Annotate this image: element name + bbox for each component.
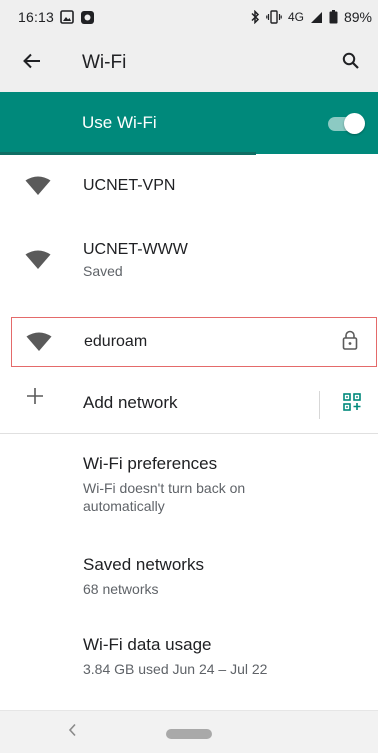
battery-icon bbox=[329, 10, 338, 24]
network-item-ucnet-www[interactable]: UCNET-WWW Saved bbox=[0, 217, 378, 303]
vertical-divider bbox=[319, 391, 320, 419]
app-notification-icon bbox=[80, 10, 95, 25]
page-title: Wi-Fi bbox=[82, 52, 127, 73]
bluetooth-icon bbox=[250, 10, 260, 24]
use-wifi-label: Use Wi-Fi bbox=[82, 113, 157, 132]
add-network-label: Add network bbox=[83, 393, 178, 412]
chevron-left-icon[interactable] bbox=[68, 723, 78, 742]
back-button[interactable] bbox=[0, 34, 64, 92]
network-name: eduroam bbox=[84, 333, 148, 350]
signal-icon bbox=[310, 11, 323, 24]
network-list: UCNET-VPN UCNET-WWW Saved eduroam Add ne… bbox=[0, 155, 378, 709]
pref-title: Wi-Fi preferences bbox=[83, 454, 218, 473]
network-type-label: 4G bbox=[287, 10, 304, 24]
wifi-icon bbox=[25, 247, 51, 273]
network-name: UCNET-VPN bbox=[83, 177, 176, 194]
wifi-icon bbox=[26, 329, 52, 355]
network-status: Saved bbox=[83, 263, 123, 279]
wifi-preferences-item[interactable]: Wi-Fi preferences Wi-Fi doesn't turn bac… bbox=[0, 434, 378, 549]
toggle-thumb bbox=[344, 113, 365, 134]
image-notification-icon bbox=[60, 10, 74, 24]
qr-code-icon[interactable] bbox=[343, 393, 361, 416]
home-pill-icon[interactable] bbox=[166, 729, 212, 739]
wifi-data-usage-item[interactable]: Wi-Fi data usage 3.84 GB used Jun 24 – J… bbox=[0, 629, 378, 709]
pref-subtitle: Wi-Fi doesn't turn back on automatically bbox=[83, 480, 246, 514]
vibrate-icon bbox=[266, 10, 282, 24]
search-button[interactable] bbox=[322, 34, 378, 92]
saved-networks-item[interactable]: Saved networks 68 networks bbox=[0, 549, 378, 629]
pref-title: Wi-Fi data usage bbox=[83, 635, 212, 654]
lock-icon bbox=[342, 330, 358, 355]
use-wifi-row[interactable]: Use Wi-Fi bbox=[0, 92, 378, 154]
network-item-ucnet-vpn[interactable]: UCNET-VPN bbox=[0, 155, 378, 217]
wifi-toggle-switch[interactable] bbox=[326, 113, 365, 134]
wifi-icon bbox=[25, 173, 51, 199]
battery-percent: 89% bbox=[343, 9, 372, 25]
status-time: 16:13 bbox=[18, 9, 55, 25]
pref-subtitle: 3.84 GB used Jun 24 – Jul 22 bbox=[83, 661, 268, 677]
pref-subtitle: 68 networks bbox=[83, 581, 159, 597]
search-icon bbox=[342, 52, 359, 74]
system-nav-bar bbox=[0, 710, 378, 753]
network-name: UCNET-WWW bbox=[83, 241, 188, 258]
add-network-row[interactable]: Add network bbox=[0, 373, 378, 433]
app-bar: Wi-Fi bbox=[0, 34, 378, 92]
arrow-left-icon bbox=[23, 53, 41, 74]
pref-title: Saved networks bbox=[83, 555, 204, 574]
status-bar: 16:13 4G 89% bbox=[0, 0, 378, 34]
network-item-eduroam[interactable]: eduroam bbox=[11, 317, 377, 367]
plus-icon bbox=[26, 387, 44, 410]
